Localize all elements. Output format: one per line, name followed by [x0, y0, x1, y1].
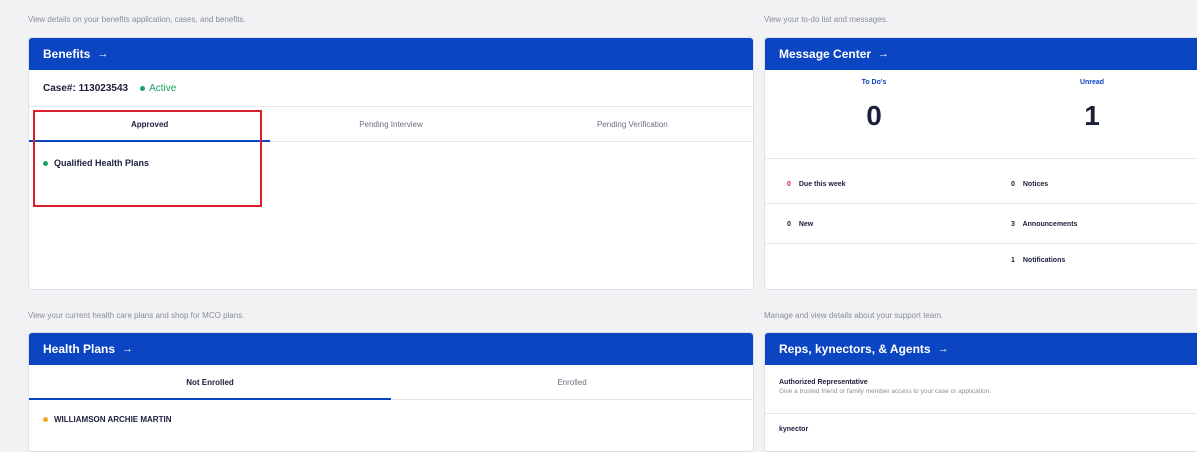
new-label: New — [798, 221, 814, 228]
list-item-authorized-representative[interactable]: Authorized Representative Give a trusted… — [765, 365, 1197, 414]
status-label: Active — [149, 82, 177, 94]
notices-count: 0 — [1011, 181, 1015, 188]
message-counts: To Do's 0 Unread 1 — [765, 70, 1197, 159]
announcements-stat[interactable]: 3 Announcements — [1011, 221, 1077, 228]
bullet-dot-icon — [43, 417, 48, 422]
unread-column[interactable]: Unread 1 — [983, 70, 1197, 158]
notifications-count: 1 — [1011, 257, 1015, 264]
reps-title: Reps, kynectors, & Agents — [779, 342, 931, 356]
due-this-week-count: 0 — [787, 181, 791, 188]
rep-description: Give a trusted friend or family member a… — [779, 388, 992, 395]
tab-pending-verification[interactable]: Pending Verification — [512, 107, 753, 141]
notifications-label: Notifications — [1022, 257, 1066, 264]
tab-pending-interview[interactable]: Pending Interview — [270, 107, 511, 141]
health-plans-card: Health Plans → Not Enrolled Enrolled WIL… — [28, 332, 754, 452]
arrow-right-icon: → — [122, 343, 134, 355]
case-row: Case#: 113023543 Active — [29, 70, 753, 107]
status-badge: Active — [140, 83, 176, 94]
unread-count: 1 — [1084, 100, 1100, 131]
new-count: 0 — [787, 221, 791, 228]
message-stats: 0 Due this week 0 Notices 0 New 3 Announ… — [765, 159, 1197, 273]
messages-caption: View your to-do list and messages. — [764, 15, 888, 24]
arrow-right-icon: → — [937, 343, 949, 355]
case-number: Case#: 113023543 — [43, 82, 129, 94]
rep-title: kynector — [779, 426, 809, 433]
todos-column[interactable]: To Do's 0 — [765, 70, 983, 158]
todos-label: To Do's — [861, 79, 887, 86]
list-item-member[interactable]: WILLIAMSON ARCHIE MARTIN — [29, 415, 753, 424]
highlight-box — [33, 110, 262, 207]
health-plans-header-link[interactable]: Health Plans → — [29, 333, 753, 365]
health-plans-title: Health Plans — [43, 342, 116, 356]
due-this-week-label: Due this week — [798, 181, 846, 188]
message-center-header-link[interactable]: Message Center → — [765, 38, 1197, 70]
support-caption: Manage and view details about your suppo… — [764, 311, 944, 320]
due-this-week-stat[interactable]: 0 Due this week — [787, 181, 846, 188]
unread-label: Unread — [1079, 79, 1105, 86]
list-item-kynector[interactable]: kynector — [765, 414, 1197, 433]
reps-header-link[interactable]: Reps, kynectors, & Agents → — [765, 333, 1197, 365]
notices-label: Notices — [1022, 181, 1049, 188]
notifications-stat[interactable]: 1 Notifications — [1011, 257, 1065, 264]
divider — [765, 203, 1197, 204]
tab-not-enrolled[interactable]: Not Enrolled — [29, 365, 391, 400]
notices-stat[interactable]: 0 Notices — [1011, 181, 1048, 188]
status-dot-icon — [140, 85, 146, 91]
announcements-count: 3 — [1011, 221, 1015, 228]
member-name: WILLIAMSON ARCHIE MARTIN — [54, 415, 172, 424]
arrow-right-icon: → — [878, 48, 890, 60]
divider — [765, 243, 1197, 244]
reps-card: Reps, kynectors, & Agents → Authorized R… — [764, 332, 1197, 452]
announcements-label: Announcements — [1022, 221, 1078, 228]
benefits-caption: View details on your benefits applicatio… — [28, 15, 246, 24]
tab-enrolled[interactable]: Enrolled — [391, 365, 753, 399]
benefits-header-link[interactable]: Benefits → — [29, 38, 753, 70]
message-center-card: Message Center → To Do's 0 Unread 1 0 Du… — [764, 37, 1197, 290]
message-center-title: Message Center — [779, 47, 872, 61]
todos-count: 0 — [866, 100, 882, 131]
new-stat[interactable]: 0 New — [787, 221, 813, 228]
health-plans-tabs: Not Enrolled Enrolled — [29, 365, 753, 400]
health-plans-caption: View your current health care plans and … — [28, 311, 245, 320]
rep-title: Authorized Representative — [779, 379, 868, 386]
arrow-right-icon: → — [97, 48, 109, 60]
benefits-title: Benefits — [43, 47, 91, 61]
